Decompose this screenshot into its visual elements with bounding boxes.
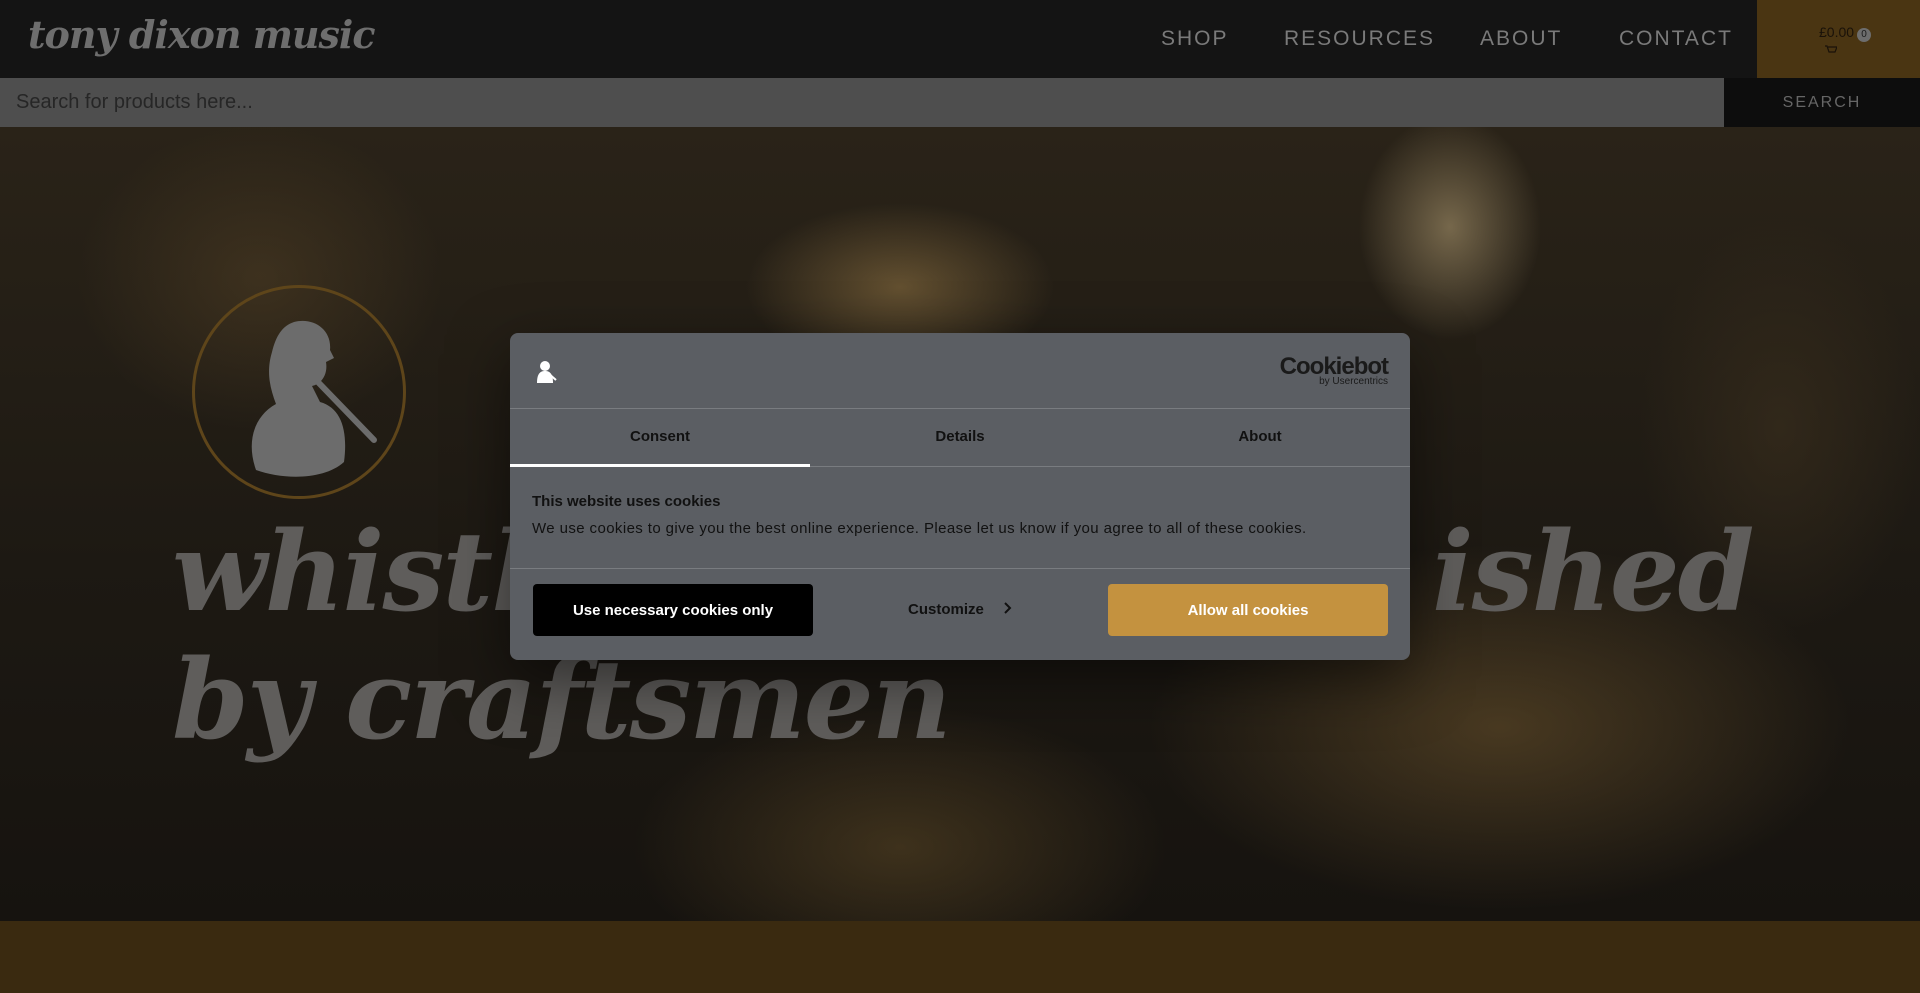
dialog-actions: Use necessary cookies only Customize All… — [510, 569, 1410, 659]
hero-headline-line1-end: ished — [1432, 507, 1755, 636]
allow-all-cookies-button[interactable]: Allow all cookies — [1108, 584, 1388, 636]
search-bar — [0, 78, 1724, 127]
chevron-right-icon — [1004, 601, 1012, 619]
search-button[interactable]: SEARCH — [1724, 78, 1920, 127]
customize-button[interactable]: Customize — [865, 584, 1055, 636]
site-logo[interactable]: tony dixon music — [28, 12, 376, 57]
nav-resources[interactable]: RESOURCES — [1284, 27, 1435, 51]
cookie-consent-dialog: Cookiebot by Usercentrics Consent Detail… — [510, 333, 1410, 660]
dialog-body: This website uses cookies We use cookies… — [510, 467, 1410, 569]
nav-shop[interactable]: SHOP — [1161, 27, 1229, 51]
cart-total: £0.00 — [1819, 24, 1855, 40]
cart-icon — [1825, 45, 1838, 58]
tab-about[interactable]: About — [1110, 409, 1410, 466]
dialog-tabs: Consent Details About — [510, 409, 1410, 467]
tab-consent[interactable]: Consent — [510, 409, 810, 467]
customize-label: Customize — [907, 601, 984, 618]
page: tony dixon music SHOP RESOURCES ABOUT CO… — [0, 0, 1920, 993]
usercentrics-logo-icon — [537, 361, 557, 383]
search-input[interactable] — [0, 78, 1724, 127]
cart-count-badge: 0 — [1857, 28, 1871, 42]
whistle-player-icon — [251, 320, 377, 477]
cart-button[interactable]: £0.00 0 — [1757, 0, 1920, 78]
dialog-header: Cookiebot by Usercentrics — [510, 333, 1410, 409]
footer-band — [0, 921, 1920, 993]
dialog-text: We use cookies to give you the best onli… — [532, 520, 1307, 537]
dialog-title: This website uses cookies — [532, 493, 721, 510]
tab-details[interactable]: Details — [810, 409, 1110, 466]
necessary-cookies-button[interactable]: Use necessary cookies only — [533, 584, 813, 636]
cookiebot-brand: Cookiebot by Usercentrics — [1280, 355, 1389, 387]
site-header: tony dixon music SHOP RESOURCES ABOUT CO… — [0, 0, 1920, 78]
nav-contact[interactable]: CONTACT — [1619, 27, 1733, 51]
nav-about[interactable]: ABOUT — [1480, 27, 1562, 51]
